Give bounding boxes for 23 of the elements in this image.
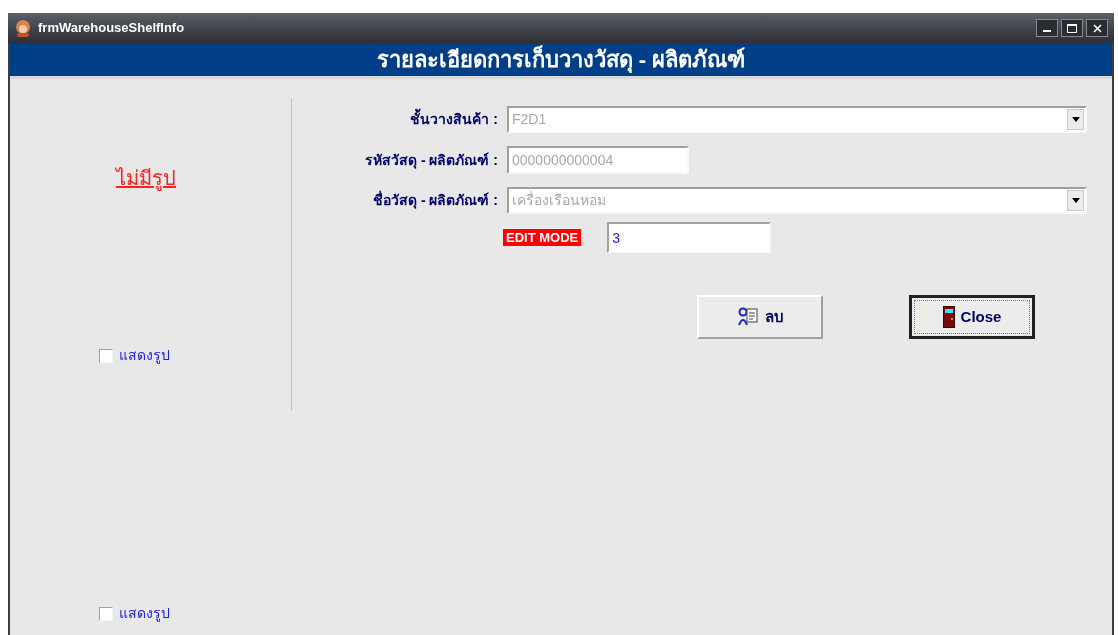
document-person-icon [736,307,759,327]
window-title: frmWarehouseShelfInfo [38,19,185,38]
door-icon [942,306,955,328]
field-label: ชั้นวางสินค้า : [292,109,498,130]
mode-badge: EDIT MODE [503,229,582,246]
checkbox-label: แสดงรูป [119,346,170,366]
no-image-label: ไม่มีรูป [116,166,176,193]
minimize-button[interactable] [1036,19,1058,37]
close-button[interactable] [1086,19,1108,37]
delete-button[interactable]: ลบ [697,295,823,339]
dropdown-arrow-icon [1071,117,1080,122]
checkbox-label: แสดงรูป [119,604,170,624]
show-image-checkbox[interactable] [99,348,113,363]
field-label: รหัสวัสดุ - ผลิตภัณฑ์ : [364,150,498,171]
close-form-button[interactable]: Close [909,295,1035,339]
show-image-checkbox[interactable] [99,606,113,621]
app-icon [14,19,32,37]
close-icon [1092,23,1102,33]
maximize-icon [1067,23,1077,33]
dropdown-arrow-icon [1071,198,1080,203]
field-label: ชื่อวัสดุ - ผลิตภัณฑ์ : [372,190,498,211]
mode-field[interactable]: 3 [607,222,772,253]
maximize-button[interactable] [1061,19,1083,37]
